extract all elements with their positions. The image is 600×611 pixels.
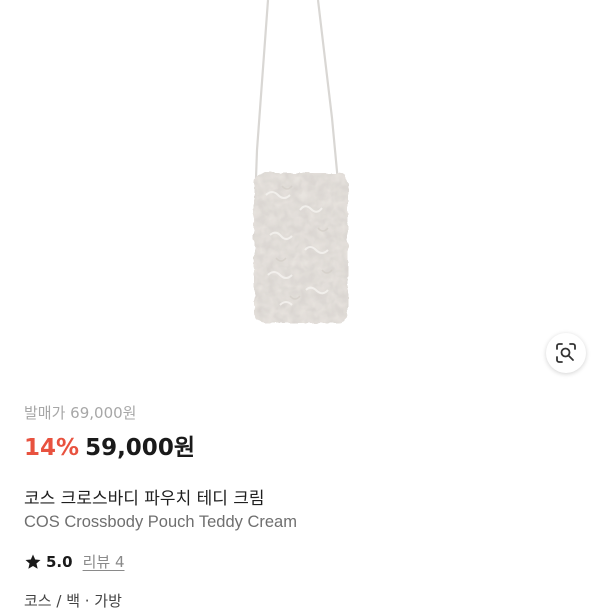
release-price: 발매가 69,000원	[24, 404, 137, 422]
lens-search-icon	[556, 343, 576, 363]
star-icon	[25, 554, 41, 569]
discount-rate: 14%	[24, 435, 80, 461]
brand-category[interactable]: 코스 / 백 · 가방	[24, 590, 122, 611]
product-image[interactable]	[0, 0, 600, 390]
product-title-en: COS Crossbody Pouch Teddy Cream	[24, 513, 297, 531]
price-row: 14% 59,000원	[24, 428, 195, 462]
product-title-ko: 코스 크로스바디 파우치 테디 크림	[24, 489, 265, 509]
review-count-link[interactable]: 리뷰 4	[83, 551, 125, 572]
sale-price: 59,000원	[85, 435, 195, 461]
rating-value: 5.0	[46, 552, 73, 571]
rating-row: 5.0 리뷰 4	[24, 551, 125, 572]
lens-search-button[interactable]	[546, 333, 586, 373]
teddy-pouch-illustration	[254, 0, 348, 323]
